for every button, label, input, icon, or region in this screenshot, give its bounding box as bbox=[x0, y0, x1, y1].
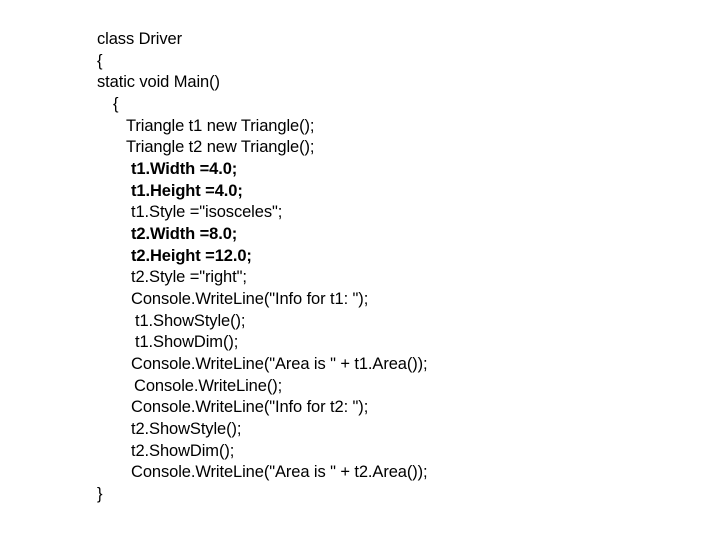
code-line-t1-width: t1.Width =4.0; bbox=[131, 160, 238, 178]
code-line-writeline-info-t2: Console.WriteLine("Info for t2: "); bbox=[131, 398, 369, 416]
code-line-t2-showstyle: t2.ShowStyle(); bbox=[131, 420, 242, 438]
code-line-main-signature: static void Main() bbox=[97, 73, 220, 91]
code-line-writeline-area-t2: Console.WriteLine("Area is " + t2.Area()… bbox=[131, 463, 428, 481]
code-line-class-open-brace: { bbox=[97, 52, 103, 70]
code-line-t2-width: t2.Width =8.0; bbox=[131, 225, 238, 243]
code-line-t1-declaration: Triangle t1 new Triangle(); bbox=[126, 117, 315, 135]
code-line-t1-height: t1.Height =4.0; bbox=[131, 182, 243, 200]
code-line-t1-showstyle: t1.ShowStyle(); bbox=[135, 312, 246, 330]
code-line-class-declaration: class Driver bbox=[97, 30, 182, 48]
code-line-writeline-empty: Console.WriteLine(); bbox=[134, 377, 283, 395]
code-line-close-brace: } bbox=[97, 485, 103, 503]
code-line-writeline-area-t1: Console.WriteLine("Area is " + t1.Area()… bbox=[131, 355, 428, 373]
code-line-t1-showdim: t1.ShowDim(); bbox=[135, 333, 239, 351]
code-line-main-open-brace: { bbox=[113, 95, 119, 113]
code-line-t2-style: t2.Style ="right"; bbox=[131, 268, 247, 286]
code-line-t2-declaration: Triangle t2 new Triangle(); bbox=[126, 138, 315, 156]
code-line-t2-showdim: t2.ShowDim(); bbox=[131, 442, 235, 460]
code-slide: class Driver { static void Main() { Tria… bbox=[0, 0, 720, 540]
code-line-t2-height: t2.Height =12.0; bbox=[131, 247, 252, 265]
code-line-writeline-info-t1: Console.WriteLine("Info for t1: "); bbox=[131, 290, 369, 308]
code-line-t1-style: t1.Style ="isosceles"; bbox=[131, 203, 283, 221]
